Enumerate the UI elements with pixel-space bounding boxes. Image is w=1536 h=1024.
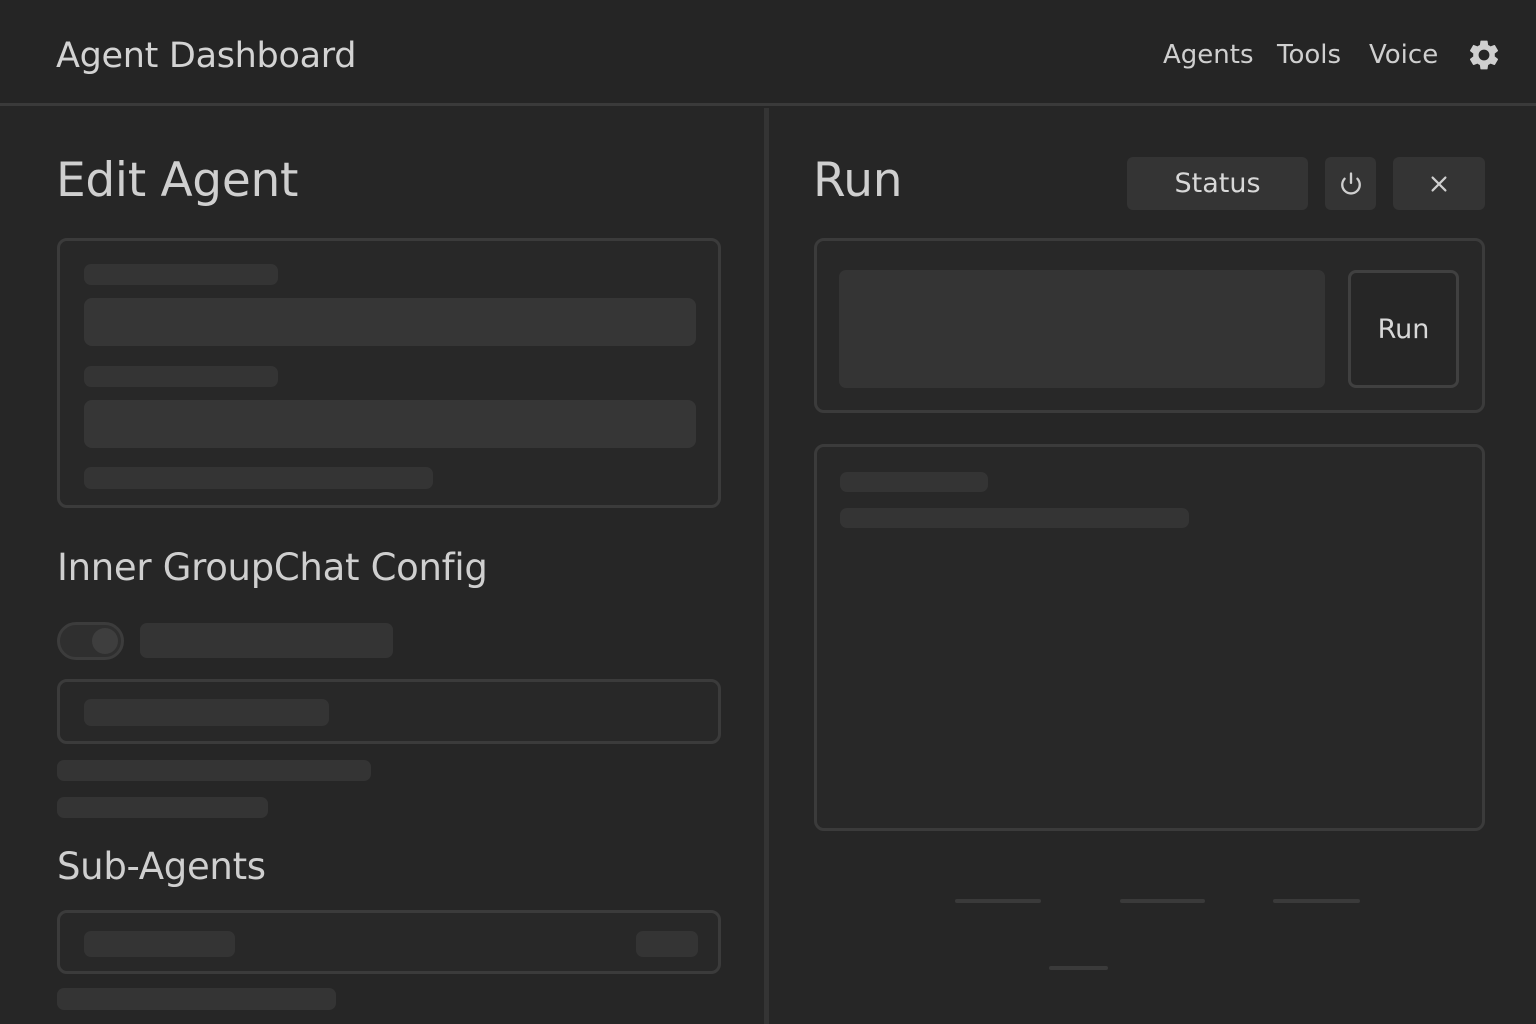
top-bar: Agent Dashboard Agents Tools Voice: [0, 0, 1536, 106]
description-input[interactable]: [84, 400, 696, 448]
run-title: Run: [813, 153, 903, 208]
panel-divider: [764, 108, 769, 1024]
groupchat-toggle[interactable]: [57, 622, 124, 660]
footer-line: [1120, 899, 1205, 903]
field-label-placeholder: [84, 264, 278, 285]
power-button[interactable]: [1325, 157, 1376, 210]
close-button[interactable]: [1393, 157, 1485, 210]
output-line-placeholder: [840, 472, 988, 492]
toggle-knob: [92, 628, 118, 654]
edit-agent-title: Edit Agent: [56, 153, 299, 208]
run-prompt-input[interactable]: [839, 270, 1325, 388]
run-button[interactable]: Run: [1348, 270, 1459, 388]
power-icon: [1340, 171, 1361, 195]
name-input[interactable]: [84, 298, 696, 346]
app-title: Agent Dashboard: [56, 36, 357, 76]
close-icon: [1431, 175, 1447, 192]
groupchat-select[interactable]: [57, 679, 721, 744]
footer-line: [1049, 966, 1108, 970]
groupchat-config-title: Inner GroupChat Config: [57, 546, 488, 589]
config-hint-placeholder: [57, 797, 268, 818]
sub-agents-title: Sub-Agents: [57, 845, 266, 888]
footer-line: [1273, 899, 1360, 903]
nav-voice[interactable]: Voice: [1369, 40, 1438, 70]
sub-agent-action-placeholder[interactable]: [636, 931, 698, 957]
status-button[interactable]: Status: [1127, 157, 1308, 210]
agent-form-panel: [57, 238, 721, 508]
footer-line: [955, 899, 1041, 903]
sub-agent-hint-placeholder: [57, 988, 336, 1010]
sub-agent-name-placeholder: [84, 931, 235, 957]
nav-tools[interactable]: Tools: [1277, 40, 1341, 70]
toggle-label-placeholder: [140, 623, 393, 658]
sub-agent-item[interactable]: [57, 910, 721, 974]
config-hint-placeholder: [57, 760, 371, 781]
select-value-placeholder: [84, 699, 329, 726]
output-line-placeholder: [840, 508, 1189, 528]
nav-agents[interactable]: Agents: [1163, 40, 1254, 70]
gear-icon[interactable]: [1466, 37, 1502, 73]
field-label-placeholder: [84, 366, 278, 387]
run-output-panel: [814, 444, 1485, 831]
field-hint-placeholder: [84, 467, 433, 489]
